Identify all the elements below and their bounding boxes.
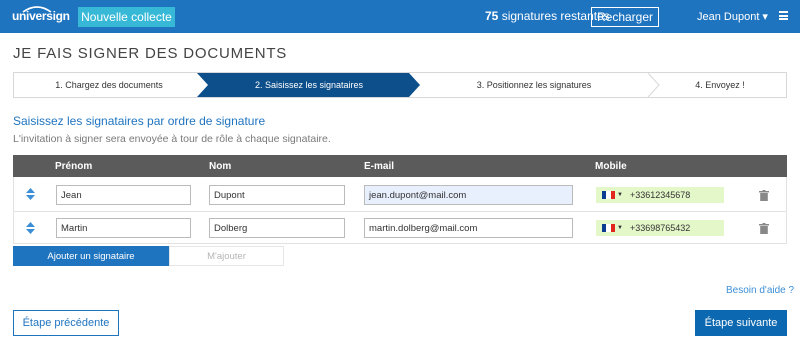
top-bar: universign Nouvelle collecte 75 signatur… [0,0,800,33]
step-3[interactable]: 3. Positionnez les signatures [414,73,654,97]
last-name-input[interactable]: Dupont [209,185,345,205]
new-collect-button[interactable]: Nouvelle collecte [78,7,175,27]
instructions-subtitle: L'invitation à signer sera envoyée à tou… [13,133,331,145]
france-flag-icon[interactable] [602,191,615,199]
next-step-button[interactable]: Étape suivante [695,310,787,336]
france-flag-icon[interactable] [602,224,615,232]
header-mobile: Mobile [595,161,627,172]
user-menu[interactable]: Jean Dupont ▾ [697,10,768,23]
header-email: E-mail [364,161,395,172]
universign-logo[interactable]: universign [12,5,70,27]
mobile-number: +33612345678 [629,190,691,200]
hamburger-icon[interactable] [779,11,788,20]
logo-text: universign [12,9,70,23]
signatures-count: 75 [485,9,499,23]
step-2[interactable]: 2. Saisissez les signataires [204,73,414,97]
table-row: Martin Dolberg martin.dolberg@mail.com ▼… [13,212,787,244]
mobile-number: +33698765432 [629,223,691,233]
caret-down-icon[interactable]: ▼ [617,192,623,198]
trash-icon[interactable] [759,190,769,201]
add-self-button[interactable]: M'ajouter [169,246,284,266]
instructions-title: Saisissez les signataires par ordre de s… [13,114,266,128]
step-4[interactable]: 4. Envoyez ! [654,73,786,97]
previous-step-button[interactable]: Étape précédente [13,310,119,336]
steps-wizard: 1. Chargez des documents 2. Saisissez le… [13,72,787,98]
header-first-name: Prénom [55,161,93,172]
table-row: Jean Dupont jean.dupont@mail.com ▼ +3361… [13,177,787,212]
email-input[interactable]: jean.dupont@mail.com [364,185,573,205]
page-title: JE FAIS SIGNER DES DOCUMENTS [13,45,288,62]
first-name-input[interactable]: Martin [56,218,191,238]
recharge-button[interactable]: Recharger [591,7,659,27]
mobile-input[interactable]: ▼ +33612345678 [596,187,724,203]
header-last-name: Nom [209,161,232,172]
drag-handle-icon[interactable] [26,222,35,234]
caret-down-icon[interactable]: ▼ [617,225,623,231]
add-signer-button[interactable]: Ajouter un signataire [13,246,169,266]
help-link[interactable]: Besoin d'aide ? [726,285,794,296]
last-name-input[interactable]: Dolberg [209,218,345,238]
trash-icon[interactable] [759,223,769,234]
email-input[interactable]: martin.dolberg@mail.com [364,218,573,238]
signers-table-header: Prénom Nom E-mail Mobile [13,155,787,177]
first-name-input[interactable]: Jean [56,185,191,205]
mobile-input[interactable]: ▼ +33698765432 [596,220,724,236]
drag-handle-icon[interactable] [26,188,35,200]
step-1[interactable]: 1. Chargez des documents [14,73,204,97]
